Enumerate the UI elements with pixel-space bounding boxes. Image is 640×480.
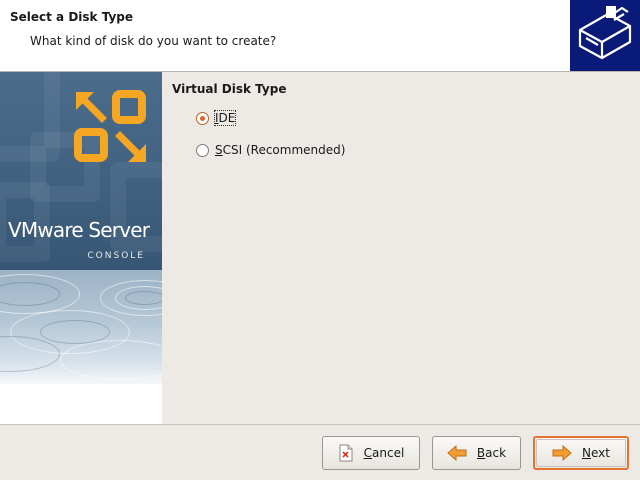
radio-label-ide[interactable]: IDE — [213, 110, 237, 126]
sidebar-banner: VMware Server CONSOLE — [0, 72, 162, 424]
radio-option-scsi[interactable]: SCSI (Recommended) — [196, 141, 345, 159]
section-label: Virtual Disk Type — [172, 82, 287, 96]
disk-drive-icon — [570, 0, 640, 71]
brand-panel: VMware Server CONSOLE — [0, 72, 162, 270]
next-button-label: Next — [582, 446, 610, 460]
water-ripple-image — [0, 270, 162, 384]
brand-subtitle: CONSOLE — [87, 251, 145, 261]
button-bar: Cancel Back Next — [0, 424, 640, 480]
back-button[interactable]: Back — [432, 436, 521, 470]
wizard-header: Select a Disk Type What kind of disk do … — [0, 0, 640, 72]
cancel-document-icon — [338, 444, 354, 462]
radio-label-scsi[interactable]: SCSI (Recommended) — [215, 143, 345, 157]
radio-button-ide[interactable] — [196, 111, 209, 125]
radio-option-ide[interactable]: IDE — [196, 109, 237, 127]
radio-button-scsi[interactable] — [196, 143, 209, 157]
arrow-left-icon — [447, 445, 467, 461]
page-subtitle: What kind of disk do you want to create? — [30, 34, 277, 48]
wizard-content: Virtual Disk Type IDE SCSI (Recommended) — [162, 72, 640, 424]
back-button-label: Back — [476, 446, 507, 460]
next-button[interactable]: Next — [533, 436, 629, 470]
brand-name: VMware Server — [8, 218, 150, 242]
vmware-logo-icon — [72, 88, 150, 169]
page-title: Select a Disk Type — [10, 10, 134, 24]
arrow-right-icon — [552, 445, 572, 461]
cancel-button-label: Cancel — [363, 446, 405, 460]
cancel-button[interactable]: Cancel — [322, 436, 420, 470]
